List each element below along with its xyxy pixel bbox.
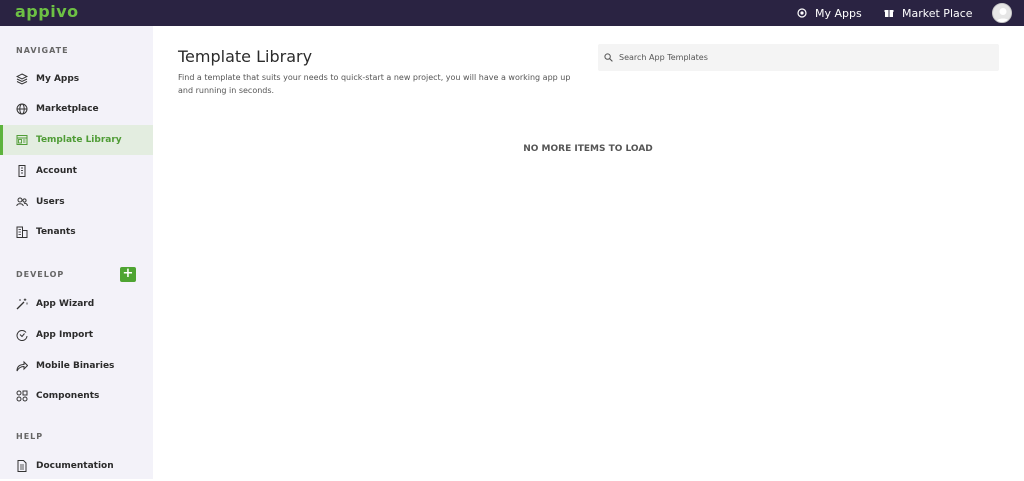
sidebar: NAVIGATE My Apps Marketplace Template Li… [0, 26, 153, 479]
sidebar-item-my-apps[interactable]: My Apps [0, 64, 153, 94]
magic-wand-icon [16, 298, 28, 310]
sidebar-item-components[interactable]: Components [0, 381, 153, 411]
sidebar-item-app-import[interactable]: App Import [0, 320, 153, 350]
help-section-label: HELP [16, 432, 44, 441]
document-icon [16, 460, 28, 472]
sidebar-item-label: App Wizard [36, 299, 95, 309]
page-title: Template Library [178, 47, 313, 66]
sidebar-item-label: App Import [36, 330, 94, 340]
logo-text: appivo [15, 2, 79, 21]
sidebar-item-documentation[interactable]: Documentation [0, 451, 153, 481]
sidebar-item-account[interactable]: Account [0, 156, 153, 186]
sidebar-item-mobile-binaries[interactable]: Mobile Binaries [0, 351, 153, 381]
import-icon [16, 329, 28, 341]
user-avatar[interactable] [992, 3, 1012, 23]
sidebar-item-label: Template Library [36, 135, 122, 145]
gift-icon [884, 10, 894, 17]
sidebar-item-marketplace[interactable]: Marketplace [0, 94, 153, 124]
develop-section-label: DEVELOP [16, 270, 65, 279]
sidebar-item-label: Account [36, 166, 77, 176]
top-market-place-label: Market Place [902, 6, 973, 20]
sidebar-item-label: My Apps [36, 74, 80, 84]
top-my-apps-link[interactable]: My Apps [797, 0, 862, 26]
globe-icon [16, 103, 28, 115]
sidebar-item-users[interactable]: Users [0, 187, 153, 217]
users-icon [16, 196, 28, 208]
building-icon [16, 165, 28, 177]
sidebar-item-label: Marketplace [36, 104, 99, 114]
sidebar-item-label: Users [36, 197, 65, 207]
template-search-box[interactable] [598, 44, 999, 71]
top-market-place-link[interactable]: Market Place [884, 0, 973, 26]
page-description: Find a template that suits your needs to… [178, 73, 571, 95]
sidebar-item-app-wizard[interactable]: App Wizard [0, 289, 153, 319]
template-search-input[interactable] [619, 53, 979, 62]
share-icon [16, 360, 28, 372]
appivo-logo[interactable]: appivo [15, 3, 79, 21]
template-icon [16, 134, 28, 146]
sidebar-item-template-library[interactable]: Template Library [0, 125, 153, 155]
components-icon [16, 390, 28, 402]
add-app-button[interactable]: + [120, 267, 136, 282]
sidebar-item-label: Components [36, 391, 100, 401]
navigate-section-label: NAVIGATE [16, 46, 69, 55]
empty-state-message: NO MORE ITEMS TO LOAD [523, 144, 653, 154]
search-icon [604, 53, 613, 62]
top-my-apps-label: My Apps [815, 6, 862, 20]
sidebar-item-label: Documentation [36, 461, 114, 471]
apps-icon [797, 8, 807, 18]
avatar-icon [996, 8, 1010, 22]
sidebar-item-tenants[interactable]: Tenants [0, 217, 153, 247]
top-bar: appivo My Apps Market Place [0, 0, 1024, 26]
sidebar-item-label: Tenants [36, 227, 76, 237]
sidebar-item-label: Mobile Binaries [36, 361, 115, 371]
layers-icon [16, 73, 28, 85]
buildings-icon [16, 226, 28, 238]
